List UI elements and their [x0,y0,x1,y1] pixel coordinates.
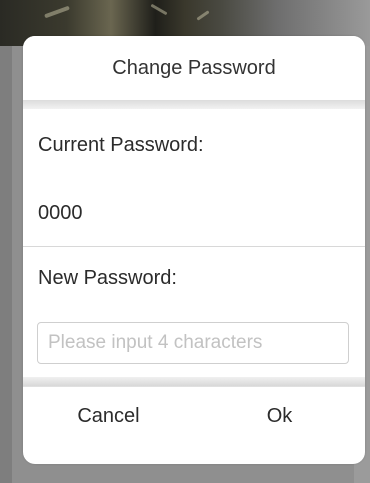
background-left-edge [0,46,12,483]
current-password-value: 0000 [23,181,365,247]
buttons-divider [23,377,365,386]
current-password-label: Current Password: [38,133,204,156]
new-password-label: New Password: [38,266,177,289]
dialog-buttons: Cancel Ok [23,386,365,446]
cancel-button[interactable]: Cancel [23,387,194,446]
new-password-field-wrapper [23,309,365,377]
title-divider [23,100,365,109]
dialog-title: Change Password [23,36,365,100]
new-password-input[interactable] [37,322,349,364]
change-password-dialog: Change Password Current Password: 0000 N… [23,36,365,464]
ok-button[interactable]: Ok [194,387,365,446]
